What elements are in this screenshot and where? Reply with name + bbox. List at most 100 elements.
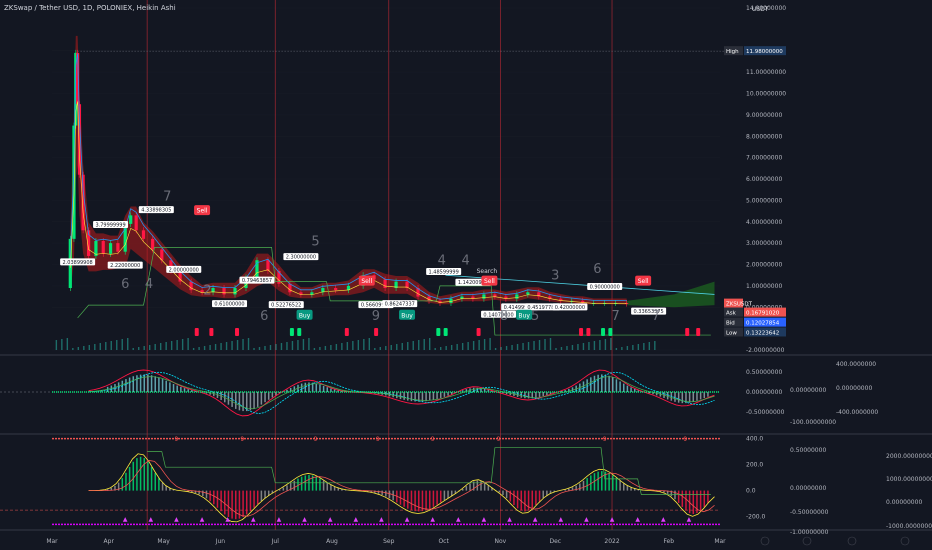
osc-histogram-bar [150, 467, 153, 491]
macd-tick-label: -0.50000000 [746, 409, 785, 416]
sequence-counter: 6 [260, 309, 268, 324]
osc-triangle-marker: ▲ [584, 516, 589, 523]
osc-histogram-bar [432, 490, 435, 507]
volume-bar [643, 343, 645, 350]
osc-triangle-marker: ▲ [687, 516, 692, 523]
volume-bar [593, 341, 596, 350]
macd-histogram-bar [319, 384, 321, 392]
volume-bar [456, 344, 458, 350]
price-annotation: 0.52276522 [271, 303, 301, 309]
volume-bar [264, 346, 266, 350]
macd-histogram-bar [410, 392, 413, 402]
volume-bar [176, 340, 178, 350]
sell-signal-label: Sell [361, 278, 372, 285]
volume-bar [286, 342, 288, 350]
macd-axis2-label: 400.0000000 [836, 361, 876, 368]
osc-histogram-bar [692, 490, 695, 514]
volume-bar [94, 344, 96, 350]
osc-histogram-bar [242, 490, 244, 517]
osc-histogram-bar [439, 490, 442, 503]
macd-histogram-bar [249, 392, 252, 411]
osc-triangle-marker: ▲ [430, 516, 435, 523]
osc-histogram-bar [253, 490, 255, 508]
osc-histogram-bar [333, 486, 336, 491]
volume-bar [560, 347, 563, 350]
macd-histogram-bar [436, 392, 438, 399]
osc-histogram-bar [297, 478, 299, 491]
macd-histogram-bar [267, 392, 270, 400]
osc-sequence-marker: 9 [603, 436, 607, 443]
candle-body [482, 294, 486, 299]
volume-bar [269, 345, 272, 350]
signal-square [289, 328, 294, 336]
osc-histogram-bar [608, 473, 610, 491]
osc-histogram-bar [677, 490, 680, 503]
volume-bar [61, 339, 63, 350]
signal-square [209, 328, 214, 336]
volume-bar [203, 346, 206, 350]
macd-histogram-bar [264, 392, 266, 403]
osc-histogram-bar [542, 490, 544, 499]
osc-triangle-marker: ▲ [610, 516, 615, 523]
volume-bar [346, 342, 349, 350]
price-value-label: 11.98000000 [746, 49, 783, 55]
sequence-counter: 9 [372, 309, 380, 324]
sequence-counter: 8 [500, 309, 508, 324]
macd-histogram-bar [612, 377, 614, 392]
osc-histogram-bar [158, 478, 160, 491]
macd-histogram-bar [147, 374, 149, 392]
osc-histogram-bar [582, 480, 585, 491]
osc-axis3-label: 0.00000000 [886, 499, 922, 506]
price-panel: 2.03899908 3.79999999 2.22000000 4.33898305… [55, 35, 740, 350]
price-tick-label: 8.00000000 [746, 133, 782, 140]
macd-histogram-bar [535, 392, 537, 398]
volume-bar [588, 342, 590, 350]
volume-bar [566, 346, 568, 350]
osc-triangle-marker: ▲ [635, 516, 640, 523]
osc-histogram-bar [502, 490, 504, 496]
x-tick-label: May [157, 538, 170, 545]
signal-square [476, 328, 481, 336]
sequence-counter: 6 [121, 277, 129, 292]
volume-bar [247, 338, 250, 350]
macd-histogram-bar [322, 385, 325, 392]
macd-line-red [88, 369, 715, 417]
macd-histogram-bar [165, 380, 167, 392]
volume-bar [121, 339, 123, 350]
volume-bar [231, 341, 233, 350]
sequence-counter: 4 [438, 254, 446, 269]
osc-histogram-bar [202, 490, 204, 497]
osc-triangle-marker: ▲ [149, 516, 154, 523]
macd-histogram-bar [593, 375, 596, 392]
volume-bar [242, 339, 244, 350]
volume-bar [654, 341, 656, 350]
volume-bar [626, 346, 629, 350]
volume-bar [610, 338, 612, 350]
osc-histogram-bar [407, 490, 409, 509]
volume-bar [258, 347, 261, 350]
macd-histogram-bar [238, 392, 241, 411]
macd-axis3-label: -100.00000000 [790, 419, 836, 426]
volume-bar [544, 339, 546, 350]
price-annotation: 1.48599999 [429, 270, 459, 276]
macd-histogram-bar [315, 383, 318, 392]
osc-histogram-bar [282, 487, 285, 491]
price-annotation: 0.79463857 [242, 278, 272, 284]
macd-histogram-bar [300, 383, 303, 392]
osc-sequence-marker: 9 [376, 436, 380, 443]
price-value-label: 0.12027854 [746, 321, 780, 327]
volume-bar [582, 343, 585, 350]
signal-square [685, 328, 690, 336]
volume-bar [621, 347, 623, 350]
volume-bar [297, 340, 299, 350]
candle-body [108, 243, 113, 254]
osc-histogram-bar [615, 478, 618, 491]
candle-body [222, 288, 226, 295]
volume-bar [577, 344, 579, 350]
sequence-counter: 5 [311, 234, 319, 249]
osc-histogram-bar [161, 482, 164, 491]
macd-histogram-bar [403, 392, 405, 400]
macd-histogram-bar [172, 384, 175, 392]
osc-triangle-marker: ▲ [302, 516, 307, 523]
macd-histogram-bar [180, 386, 182, 392]
